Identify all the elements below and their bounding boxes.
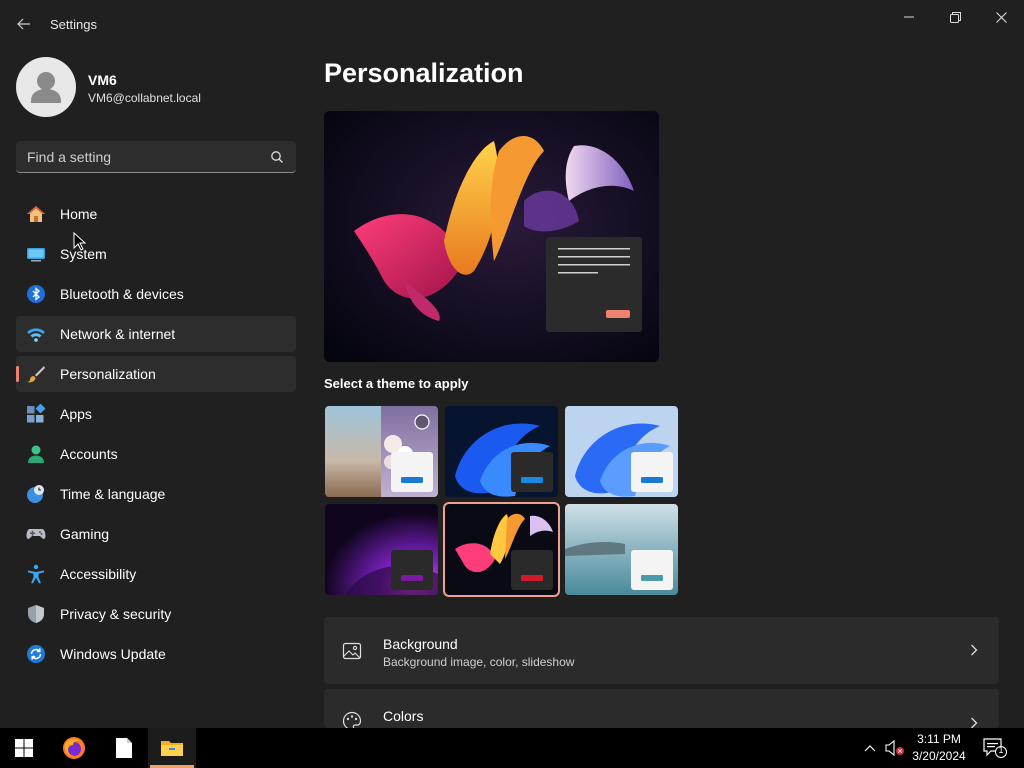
user-placeholder-icon: [31, 72, 61, 103]
sidebar-item-gaming[interactable]: Gaming: [16, 516, 296, 552]
gamepad-icon: [26, 529, 46, 539]
avatar[interactable]: [16, 57, 76, 117]
theme-tile-glow[interactable]: [325, 504, 438, 595]
wifi-icon: [27, 328, 45, 342]
search-input[interactable]: [16, 141, 266, 172]
paintbrush-icon: [27, 366, 45, 383]
sidebar-item-time-language[interactable]: Time & language: [16, 476, 296, 512]
sidebar-item-system[interactable]: System: [16, 236, 296, 272]
system-icon: [27, 248, 45, 262]
taskbar-firefox[interactable]: [50, 728, 98, 768]
sidebar-item-label: Windows Update: [60, 646, 166, 662]
close-button[interactable]: [978, 6, 1024, 28]
theme-thumbnail-image: [445, 406, 558, 497]
taskbar: 3:11 PM 3/20/2024 1: [0, 728, 1024, 768]
sidebar-item-label: Apps: [60, 406, 92, 422]
taskbar-time[interactable]: 3:11 PM: [906, 732, 972, 746]
mouse-cursor-icon: [73, 232, 87, 251]
shield-icon: [28, 605, 44, 623]
volume-button[interactable]: [884, 728, 906, 768]
clock-globe-icon: [27, 485, 44, 503]
accounts-icon: [28, 445, 44, 463]
sidebar-item-bluetooth[interactable]: Bluetooth & devices: [16, 276, 296, 312]
theme-tile-captured-motion[interactable]: [443, 502, 560, 597]
sidebar-item-apps[interactable]: Apps: [16, 396, 296, 432]
sidebar-item-accessibility[interactable]: Accessibility: [16, 556, 296, 592]
palette-icon: [342, 711, 362, 728]
user-name: VM6: [88, 72, 117, 88]
theme-tile-windows-dark[interactable]: [445, 406, 558, 497]
theme-tile-windows-light[interactable]: [565, 406, 678, 497]
notification-center-button[interactable]: 1: [980, 728, 1010, 768]
card-title: Colors: [383, 708, 424, 724]
update-icon: [27, 645, 45, 663]
minimize-button[interactable]: [886, 6, 932, 28]
sidebar-item-label: Gaming: [60, 526, 110, 542]
back-button[interactable]: [10, 12, 38, 36]
user-email: VM6@collabnet.local: [88, 91, 201, 105]
sidebar-nav: Home System Bluetooth & devices Network …: [16, 196, 296, 676]
card-title: Background: [383, 636, 458, 652]
file-icon: [116, 738, 132, 758]
sidebar-item-label: Home: [60, 206, 98, 222]
card-subtitle: Background image, color, slideshow: [383, 655, 575, 669]
sidebar-item-home[interactable]: Home: [16, 196, 296, 232]
notification-count: 1: [998, 745, 1004, 755]
sidebar-item-label: Accessibility: [60, 566, 137, 582]
taskbar-file-explorer[interactable]: [148, 728, 196, 768]
search-box[interactable]: [16, 141, 296, 173]
app-title: Settings: [50, 17, 97, 32]
apps-icon: [27, 404, 46, 423]
sidebar-item-accounts[interactable]: Accounts: [16, 436, 296, 472]
sidebar-item-label: Bluetooth & devices: [60, 286, 184, 302]
sidebar-item-label: Personalization: [60, 366, 156, 382]
accessibility-icon: [28, 564, 44, 584]
sidebar-item-personalization[interactable]: Personalization: [16, 356, 296, 392]
title-bar: Settings: [0, 0, 1024, 48]
bluetooth-icon: [27, 285, 45, 303]
chevron-right-icon: [971, 717, 978, 728]
search-icon: [271, 151, 283, 163]
back-arrow-icon: [17, 18, 30, 30]
page-title: Personalization: [324, 58, 524, 88]
theme-grid: [325, 406, 681, 598]
close-icon: [995, 11, 1007, 23]
theme-tile-flow[interactable]: [565, 504, 678, 595]
start-button[interactable]: [0, 728, 48, 768]
colors-setting-card[interactable]: Colors: [324, 689, 999, 728]
tray-overflow-button[interactable]: [860, 728, 880, 768]
sidebar-item-label: Time & language: [60, 486, 166, 502]
theme-thumbnail-image: [325, 504, 438, 595]
minimize-icon: [904, 16, 914, 18]
restore-icon: [949, 11, 961, 23]
file-explorer-icon: [161, 741, 183, 756]
theme-thumbnail-image: [445, 504, 558, 595]
theme-tile-custom[interactable]: [325, 406, 438, 497]
taskbar-file[interactable]: [100, 728, 148, 768]
theme-thumbnail-image: [565, 406, 678, 497]
background-setting-card[interactable]: Background Background image, color, slid…: [324, 617, 999, 684]
taskbar-date[interactable]: 3/20/2024: [906, 749, 972, 763]
restore-button[interactable]: [932, 6, 978, 28]
sidebar-item-network[interactable]: Network & internet: [16, 316, 296, 352]
chevron-right-icon: [971, 644, 978, 656]
theme-thumbnail-image: [325, 406, 438, 497]
chevron-up-icon: [864, 745, 876, 752]
wallpaper-preview-image: [324, 111, 659, 362]
start-icon: [15, 739, 33, 757]
sidebar-item-windows-update[interactable]: Windows Update: [16, 636, 296, 672]
sidebar-item-label: Accounts: [60, 446, 118, 462]
image-icon: [342, 642, 362, 660]
firefox-icon: [63, 737, 85, 759]
theme-preview: [324, 111, 659, 362]
themes-heading: Select a theme to apply: [324, 376, 469, 391]
home-icon: [27, 206, 45, 222]
volume-muted-icon: [885, 740, 904, 756]
theme-thumbnail-image: [565, 504, 678, 595]
sidebar-item-label: Network & internet: [60, 326, 176, 342]
sidebar-item-privacy-security[interactable]: Privacy & security: [16, 596, 296, 632]
sidebar-item-label: Privacy & security: [60, 606, 172, 622]
